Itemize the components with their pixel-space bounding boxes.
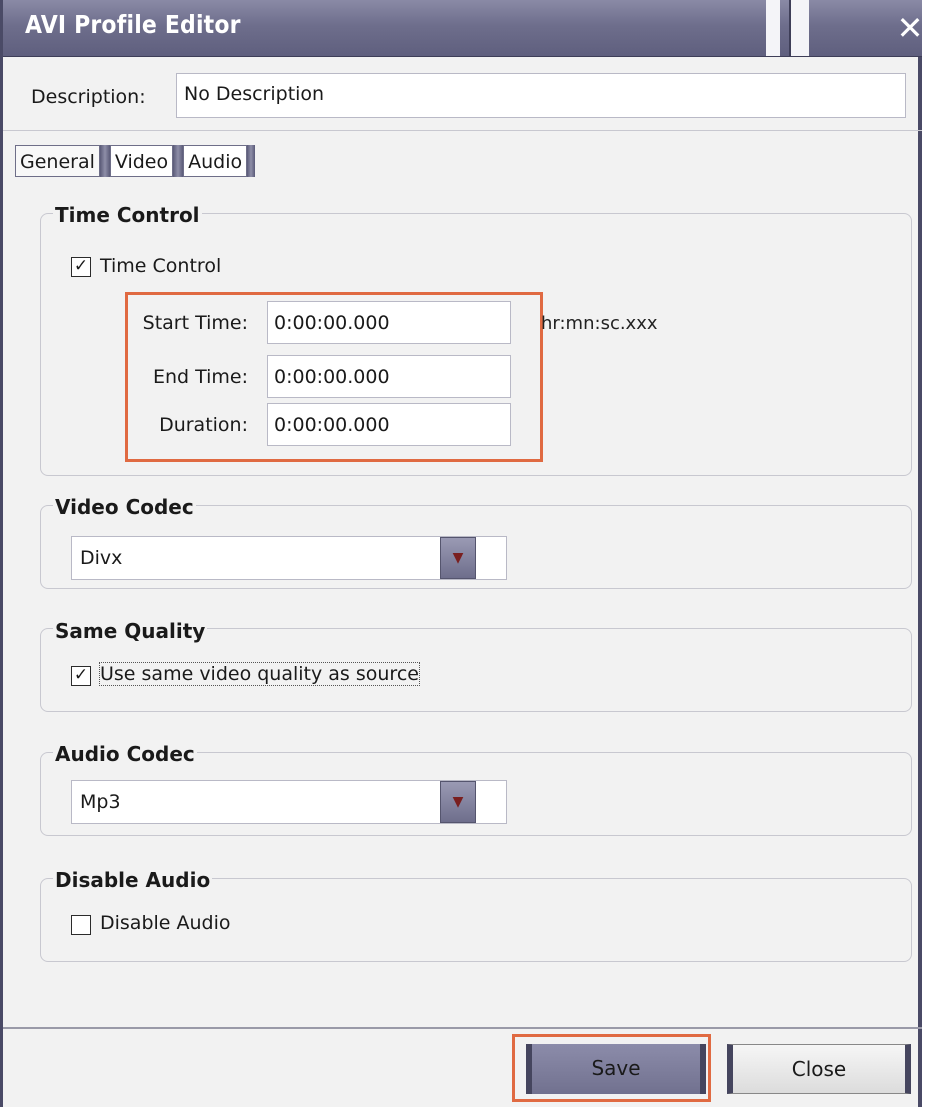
same-quality-checkbox-label[interactable]: Use same video quality as source: [99, 662, 420, 686]
duration-input[interactable]: 0:00:00.000: [267, 403, 511, 446]
disable-audio-checkbox-label[interactable]: Disable Audio: [100, 912, 231, 934]
close-button[interactable]: Close: [727, 1044, 911, 1094]
time-control-checkbox-label[interactable]: Time Control: [100, 255, 221, 277]
checkmark-icon: ✓: [73, 665, 89, 685]
title-bar[interactable]: AVI Profile Editor ✕: [3, 0, 924, 57]
window-title: AVI Profile Editor: [25, 10, 241, 39]
tab-video[interactable]: Video: [109, 145, 174, 177]
start-time-label: Start Time:: [142, 312, 248, 334]
end-time-input[interactable]: 0:00:00.000: [267, 355, 511, 398]
duration-label: Duration:: [159, 414, 248, 436]
end-time-label: End Time:: [152, 366, 248, 388]
avi-profile-editor-window: AVI Profile Editor ✕ Description: No Des…: [0, 0, 924, 1107]
same-quality-checkbox[interactable]: ✓: [71, 666, 91, 686]
titlebar-grip-right: [789, 0, 809, 56]
chevron-down-icon[interactable]: ▼: [440, 537, 476, 579]
footer-separator: [3, 1027, 922, 1029]
save-button[interactable]: Save: [526, 1044, 706, 1094]
description-input[interactable]: No Description: [176, 73, 906, 118]
time-control-title: Time Control: [53, 203, 202, 227]
titlebar-grip-left: [766, 0, 780, 56]
disable-audio-checkbox[interactable]: [71, 915, 91, 935]
tab-general[interactable]: General: [15, 145, 100, 177]
tab-divider: [173, 145, 184, 177]
start-time-input[interactable]: 0:00:00.000: [267, 301, 511, 344]
disable-audio-title: Disable Audio: [53, 868, 213, 892]
tab-divider: [247, 145, 256, 177]
checkmark-icon: ✓: [73, 256, 89, 276]
tab-divider: [99, 145, 110, 177]
description-label: Description:: [31, 86, 146, 108]
video-codec-title: Video Codec: [53, 495, 196, 519]
time-format-hint: hr:mn:sc.xxx: [541, 313, 658, 334]
same-quality-title: Same Quality: [53, 619, 208, 643]
tab-audio[interactable]: Audio: [183, 145, 248, 177]
close-icon[interactable]: ✕: [896, 8, 924, 48]
audio-codec-title: Audio Codec: [53, 742, 197, 766]
chevron-down-icon[interactable]: ▼: [440, 781, 476, 823]
tab-bar: General Video Audio: [15, 145, 256, 179]
separator: [3, 130, 922, 131]
time-control-checkbox[interactable]: ✓: [71, 257, 91, 277]
